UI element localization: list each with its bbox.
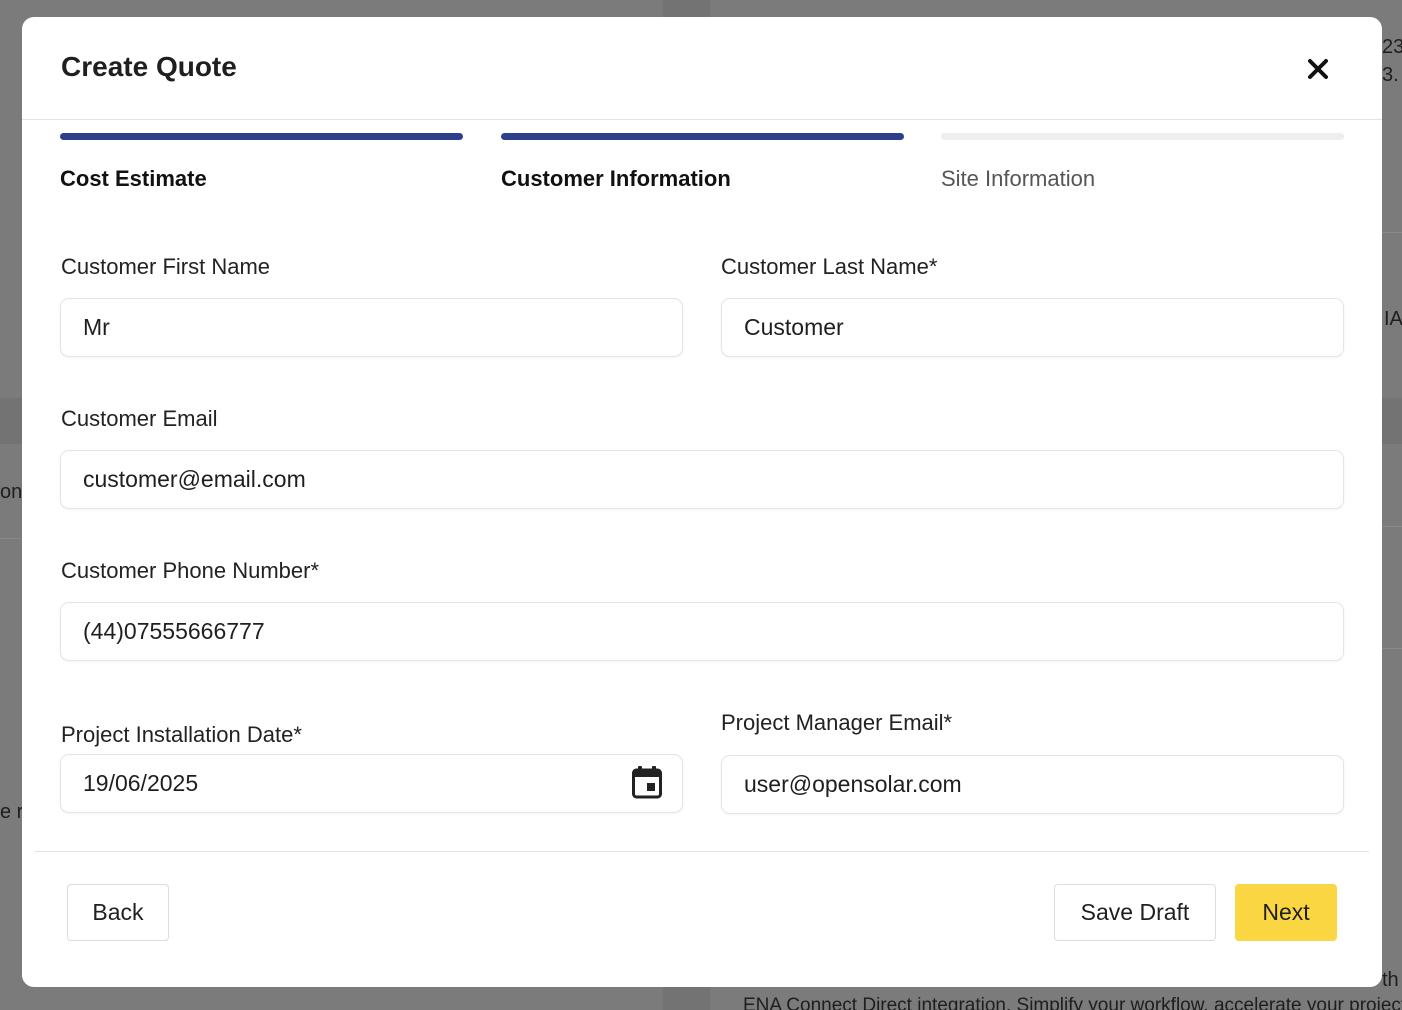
last-name-label: Customer Last Name* [721, 254, 938, 279]
next-button[interactable]: Next [1235, 884, 1337, 941]
step-label: Site Information [941, 166, 1096, 191]
background-band [0, 398, 22, 444]
manager-email-input[interactable] [721, 755, 1344, 814]
background-divider [1382, 526, 1402, 527]
create-quote-modal: Create Quote Cost Estimate Customer Info… [22, 17, 1382, 987]
step-cost-estimate[interactable]: Cost Estimate [60, 133, 463, 192]
step-progress-bar [501, 133, 904, 140]
install-date-label: Project Installation Date* [61, 722, 302, 747]
background-text: 23 [1382, 36, 1402, 58]
last-name-input[interactable] [721, 298, 1344, 357]
step-progress-bar [941, 133, 1344, 140]
background-band [1382, 398, 1402, 444]
calendar-icon[interactable] [631, 765, 663, 799]
background-text: IAC [1384, 308, 1402, 330]
background-text: 3. [1382, 64, 1399, 86]
install-date-input[interactable] [60, 754, 683, 813]
step-progress-bar [60, 133, 463, 140]
close-button[interactable] [1302, 53, 1334, 85]
modal-title: Create Quote [61, 51, 237, 82]
step-customer-information[interactable]: Customer Information [501, 133, 904, 192]
email-input[interactable] [60, 450, 1344, 509]
first-name-label: Customer First Name [61, 254, 271, 279]
first-name-input[interactable] [60, 298, 683, 357]
background-divider [0, 538, 22, 539]
manager-email-label: Project Manager Email* [721, 710, 953, 735]
step-label: Customer Information [501, 166, 731, 191]
email-label: Customer Email [61, 406, 218, 431]
phone-label: Customer Phone Number* [61, 558, 320, 583]
save-draft-button[interactable]: Save Draft [1054, 884, 1216, 941]
background-text: ENA Connect Direct integration. Simplify… [743, 995, 1402, 1010]
step-label: Cost Estimate [60, 166, 207, 191]
background-text: th [1382, 969, 1399, 991]
background-text: e r [0, 801, 24, 823]
background-divider [1382, 648, 1402, 649]
footer-divider [34, 851, 1369, 852]
background-divider [1382, 232, 1402, 233]
step-site-information[interactable]: Site Information [941, 133, 1344, 192]
modal-header: Create Quote [22, 17, 1382, 120]
phone-input[interactable] [60, 602, 1344, 661]
background-text: on [0, 481, 23, 503]
close-icon [1308, 59, 1328, 79]
back-button[interactable]: Back [67, 884, 169, 941]
